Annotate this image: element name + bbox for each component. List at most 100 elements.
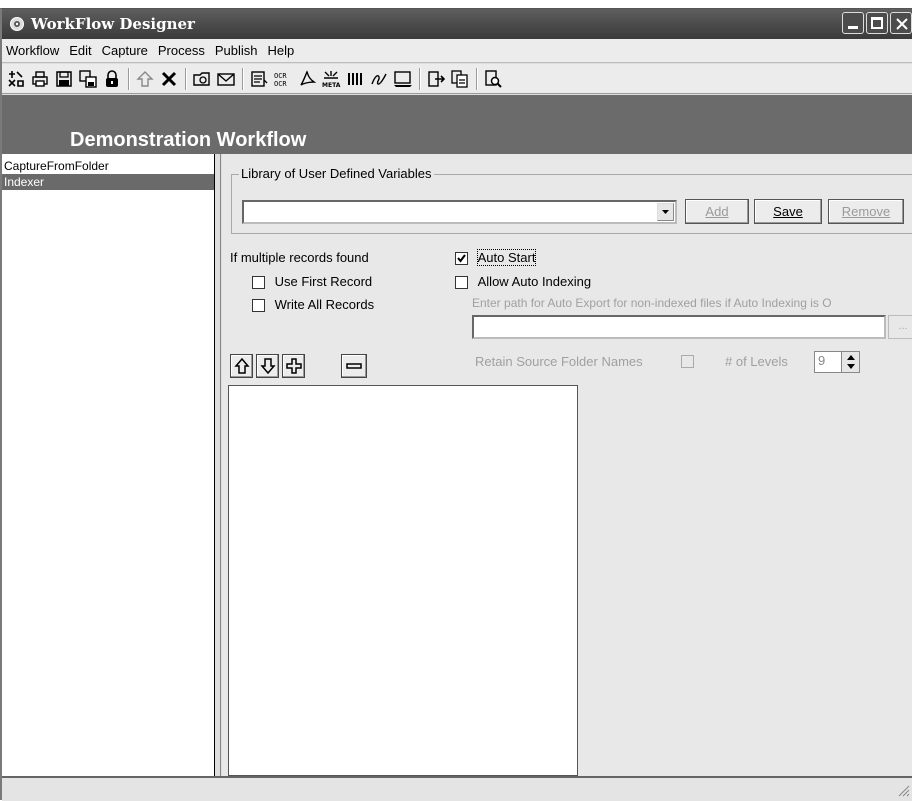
save-variable-button[interactable]: Save	[754, 199, 822, 224]
add-variable-button[interactable]: Add	[685, 199, 749, 224]
meta-button[interactable]: META	[321, 68, 341, 90]
save-button-toolbar[interactable]	[54, 68, 74, 90]
toolbar-separator	[185, 67, 187, 90]
allow-auto-indexing-label: Allow Auto Indexing	[477, 274, 592, 289]
window-controls	[842, 12, 912, 34]
toolbar-separator	[476, 67, 478, 90]
menu-publish[interactable]: Publish	[210, 43, 263, 58]
menu-edit[interactable]: Edit	[64, 43, 96, 58]
new-workflow-icon	[8, 70, 24, 87]
close-button[interactable]	[890, 12, 912, 34]
pdf-icon	[300, 69, 316, 86]
step-capture-from-folder[interactable]: CaptureFromFolder	[2, 158, 214, 174]
pdf-button[interactable]	[297, 68, 317, 90]
close-icon	[896, 18, 908, 30]
allow-auto-indexing-checkbox[interactable]	[455, 276, 468, 290]
barcode-icon	[348, 72, 362, 85]
add-item-button[interactable]	[282, 354, 305, 378]
save-as-button[interactable]	[78, 68, 98, 90]
remove-item-button[interactable]	[341, 354, 367, 378]
svg-text:OCR: OCR	[274, 72, 287, 80]
auto-start-checkbox[interactable]	[455, 252, 468, 266]
move-down-button[interactable]	[256, 354, 279, 378]
banner-background	[2, 95, 912, 126]
index-fields-listbox[interactable]	[228, 385, 578, 776]
remove-variable-button[interactable]: Remove	[828, 199, 904, 224]
signature-icon	[371, 73, 387, 85]
new-workflow-button[interactable]	[6, 68, 26, 90]
panel-splitter[interactable]	[215, 154, 221, 776]
menu-process[interactable]: Process	[153, 43, 210, 58]
window-title: WorkFlow Designer	[31, 15, 195, 33]
toolbar-separator	[419, 67, 421, 90]
levels-value: 9	[818, 353, 826, 368]
email-capture-button[interactable]	[216, 68, 236, 90]
variable-library-combo[interactable]	[242, 200, 677, 224]
export-button[interactable]	[426, 68, 446, 90]
image-icon	[394, 70, 412, 87]
chevron-down-icon	[662, 210, 669, 214]
move-up-icon	[233, 358, 250, 374]
minimize-icon	[848, 26, 858, 29]
add-label: Add	[705, 204, 729, 219]
retain-source-folder-label: Retain Source Folder Names	[475, 354, 643, 369]
meta-icon: META	[322, 70, 341, 88]
move-down-icon	[259, 358, 276, 374]
app-gear-icon	[10, 17, 24, 31]
browse-path-button[interactable]: ...	[888, 315, 912, 339]
export-copy-button[interactable]	[450, 68, 470, 90]
workflow-steps-list[interactable]: CaptureFromFolder Indexer	[2, 154, 215, 776]
menu-help[interactable]: Help	[262, 43, 299, 58]
use-first-record-label: Use First Record	[274, 274, 373, 289]
lock-button[interactable]	[102, 68, 122, 90]
folder-capture-button[interactable]	[192, 68, 212, 90]
delete-toolbar-button[interactable]	[159, 68, 179, 90]
step-indexer[interactable]: Indexer	[2, 174, 214, 190]
use-first-record-option[interactable]: Use First Record	[252, 274, 373, 290]
levels-spin-buttons[interactable]	[841, 352, 859, 372]
library-group-label: Library of User Defined Variables	[239, 166, 434, 181]
menu-workflow[interactable]: Workflow	[2, 43, 64, 58]
signature-button[interactable]	[369, 68, 389, 90]
export-icon	[428, 70, 445, 87]
indexer-settings-panel: Library of User Defined Variables Add Sa…	[222, 154, 912, 776]
menu-capture[interactable]: Capture	[97, 43, 153, 58]
ocr-icon: OCROCR	[274, 72, 287, 88]
lock-icon	[106, 69, 118, 87]
levels-spinner[interactable]: 9	[814, 351, 860, 373]
barcode-button[interactable]	[345, 68, 365, 90]
maximize-button[interactable]	[866, 12, 888, 34]
menu-bar: Workflow Edit Capture Process Publish He…	[2, 39, 912, 63]
write-all-records-checkbox[interactable]	[252, 299, 265, 313]
add-icon	[285, 358, 302, 374]
print-button[interactable]	[30, 68, 50, 90]
auto-export-path-input[interactable]	[472, 315, 886, 339]
multiple-records-heading: If multiple records found	[230, 250, 369, 265]
folder-capture-icon	[193, 71, 210, 86]
use-first-record-checkbox[interactable]	[252, 276, 265, 290]
image-button[interactable]	[393, 68, 413, 90]
move-up-button[interactable]	[230, 354, 253, 378]
resize-grip-icon[interactable]	[896, 783, 910, 797]
move-up-toolbar-button[interactable]	[135, 68, 155, 90]
preview-button[interactable]	[483, 68, 503, 90]
maximize-icon	[871, 17, 883, 29]
toolbar-separator	[128, 67, 130, 90]
write-all-records-option[interactable]: Write All Records	[252, 297, 375, 313]
checkmark-icon	[457, 254, 466, 263]
toolbar-separator	[242, 67, 244, 90]
status-bar	[2, 776, 912, 801]
print-icon	[32, 70, 48, 87]
allow-auto-indexing-option[interactable]: Allow Auto Indexing	[455, 274, 592, 290]
retain-source-folder-checkbox[interactable]	[681, 355, 694, 368]
minimize-button[interactable]	[842, 12, 864, 34]
combo-dropdown-button[interactable]	[657, 203, 674, 221]
workflow-title-banner: Demonstration Workflow	[2, 126, 912, 154]
scanner-icon	[251, 70, 268, 87]
delete-icon	[161, 71, 177, 86]
auto-start-label: Auto Start	[476, 249, 537, 266]
scanner-button[interactable]	[249, 68, 269, 90]
write-all-records-label: Write All Records	[274, 297, 375, 312]
ocr-button[interactable]: OCR OCR	[273, 68, 293, 90]
auto-start-option[interactable]: Auto Start	[455, 249, 537, 266]
